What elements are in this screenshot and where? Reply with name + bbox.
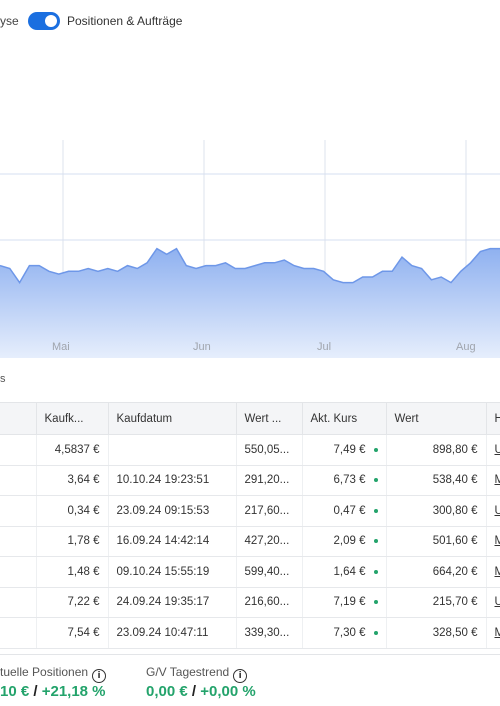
cell-kaufdatum: 24.09.24 19:35:17 bbox=[108, 587, 237, 618]
cell-wert-kauf: 427,20... bbox=[236, 526, 303, 557]
x-tick-mai: Mai bbox=[52, 341, 70, 353]
cell-wert-kauf: 339,30... bbox=[236, 617, 303, 649]
cell-handelsplatz-link[interactable]: M bbox=[486, 556, 500, 588]
positions-summary-label: tuelle Positionen i bbox=[0, 665, 107, 683]
col-header-handelsplatz[interactable]: H... bbox=[486, 402, 500, 435]
cell-akt-kurs: 7,49 € bbox=[302, 434, 387, 466]
cell-handelsplatz-link[interactable]: U bbox=[486, 434, 500, 466]
cell-kaufdatum bbox=[108, 434, 237, 466]
live-dot-icon bbox=[373, 508, 378, 513]
cell-handelsplatz-link[interactable]: M bbox=[486, 617, 500, 649]
cell-akt-kurs: 0,47 € bbox=[302, 495, 387, 527]
cell-kaufdatum: 10.10.24 19:23:51 bbox=[108, 465, 237, 496]
cell-wert-kauf: 217,60... bbox=[236, 495, 303, 527]
portfolio-chart[interactable] bbox=[0, 140, 500, 360]
positions-summary-value: 10 € / +21,18 % bbox=[0, 683, 106, 700]
cell-akt-kurs: 2,09 € bbox=[302, 526, 387, 557]
info-icon[interactable]: i bbox=[233, 669, 248, 683]
table-row[interactable]: 1,78 € 16.09.24 14:42:14 427,20... 2,09 … bbox=[0, 526, 500, 557]
live-dot-icon bbox=[373, 630, 378, 635]
cell-akt-kurs: 1,64 € bbox=[302, 556, 387, 588]
col-header-wert-kauf[interactable]: Wert ... bbox=[236, 402, 303, 435]
summary-footer: tuelle Positionen i 10 € / +21,18 % G/V T… bbox=[0, 654, 500, 706]
cell-akt-kurs: 7,19 € bbox=[302, 587, 387, 618]
cell-wert: 328,50 € bbox=[386, 617, 487, 649]
col-header-akt-kurs[interactable]: Akt. Kurs bbox=[302, 402, 387, 435]
live-dot-icon bbox=[373, 569, 378, 574]
cell-kaufdatum: 23.09.24 09:15:53 bbox=[108, 495, 237, 527]
cell-kaufdatum: 09.10.24 15:55:19 bbox=[108, 556, 237, 588]
cell-kaufkurs: 4,5837 € bbox=[36, 434, 109, 466]
col-header-kaufdatum[interactable]: Kaufdatum bbox=[108, 402, 237, 435]
cell-handelsplatz-link[interactable]: U bbox=[486, 587, 500, 618]
x-tick-jun: Jun bbox=[193, 341, 211, 353]
table-row[interactable]: 7,54 € 23.09.24 10:47:11 339,30... 7,30 … bbox=[0, 617, 500, 649]
col-header-kaufkurs[interactable]: Kaufk... bbox=[36, 402, 109, 435]
live-dot-icon bbox=[373, 600, 378, 605]
cell-wert-kauf: 291,20... bbox=[236, 465, 303, 496]
cell-kaufkurs: 3,64 € bbox=[36, 465, 109, 496]
table-row[interactable]: 1,48 € 09.10.24 15:55:19 599,40... 1,64 … bbox=[0, 556, 500, 588]
cell-akt-kurs: 7,30 € bbox=[302, 617, 387, 649]
table-row[interactable]: 0,34 € 23.09.24 09:15:53 217,60... 0,47 … bbox=[0, 495, 500, 527]
cell-kaufkurs: 1,48 € bbox=[36, 556, 109, 588]
x-tick-aug: Aug bbox=[456, 341, 476, 353]
table-header-row: Kaufk... Kaufdatum Wert ... Akt. Kurs We… bbox=[0, 402, 500, 435]
cell-kaufdatum: 23.09.24 10:47:11 bbox=[108, 617, 237, 649]
table-row[interactable]: 3,64 € 10.10.24 19:23:51 291,20... 6,73 … bbox=[0, 465, 500, 496]
cell-kaufkurs: 0,34 € bbox=[36, 495, 109, 527]
cell-kaufkurs: 1,78 € bbox=[36, 526, 109, 557]
positions-orders-label[interactable]: Positionen & Aufträge bbox=[67, 14, 182, 28]
cell-wert-kauf: 550,05... bbox=[236, 434, 303, 466]
cell-wert: 300,80 € bbox=[386, 495, 487, 527]
cell-kaufkurs: 7,54 € bbox=[36, 617, 109, 649]
x-tick-jul: Jul bbox=[317, 341, 332, 353]
cell-akt-kurs: 6,73 € bbox=[302, 465, 387, 496]
area-fill bbox=[0, 248, 500, 358]
cell-wert-kauf: 216,60... bbox=[236, 587, 303, 618]
cell-handelsplatz-link[interactable]: M bbox=[486, 526, 500, 557]
daytrend-label: G/V Tagestrend i bbox=[146, 665, 248, 683]
analysis-toggle-label[interactable]: yse bbox=[0, 14, 19, 28]
live-dot-icon bbox=[373, 539, 378, 544]
cell-kaufdatum: 16.09.24 14:42:14 bbox=[108, 526, 237, 557]
positions-table: Kaufk... Kaufdatum Wert ... Akt. Kurs We… bbox=[0, 402, 500, 649]
chart-toolbar: yse Positionen & Aufträge bbox=[0, 0, 500, 42]
live-dot-icon bbox=[373, 478, 378, 483]
info-icon[interactable]: i bbox=[92, 669, 107, 683]
table-row[interactable]: 4,5837 € 550,05... 7,49 € 898,80 € U bbox=[0, 434, 500, 466]
col-header-wert[interactable]: Wert bbox=[386, 402, 487, 435]
section-title: s bbox=[0, 373, 6, 385]
table-row[interactable]: 7,22 € 24.09.24 19:35:17 216,60... 7,19 … bbox=[0, 587, 500, 618]
cell-wert: 538,40 € bbox=[386, 465, 487, 496]
cell-wert: 501,60 € bbox=[386, 526, 487, 557]
portfolio-area-chart[interactable] bbox=[0, 140, 500, 358]
toggle-knob bbox=[45, 15, 57, 27]
col-header-name[interactable] bbox=[0, 402, 37, 435]
cell-wert: 898,80 € bbox=[386, 434, 487, 466]
cell-handelsplatz-link[interactable]: M bbox=[486, 465, 500, 496]
cell-handelsplatz-link[interactable]: U bbox=[486, 495, 500, 527]
cell-wert: 664,20 € bbox=[386, 556, 487, 588]
cell-wert-kauf: 599,40... bbox=[236, 556, 303, 588]
positions-orders-toggle[interactable] bbox=[28, 12, 60, 30]
cell-wert: 215,70 € bbox=[386, 587, 487, 618]
cell-kaufkurs: 7,22 € bbox=[36, 587, 109, 618]
live-dot-icon bbox=[373, 447, 378, 452]
daytrend-value: 0,00 € / +0,00 % bbox=[146, 683, 256, 700]
